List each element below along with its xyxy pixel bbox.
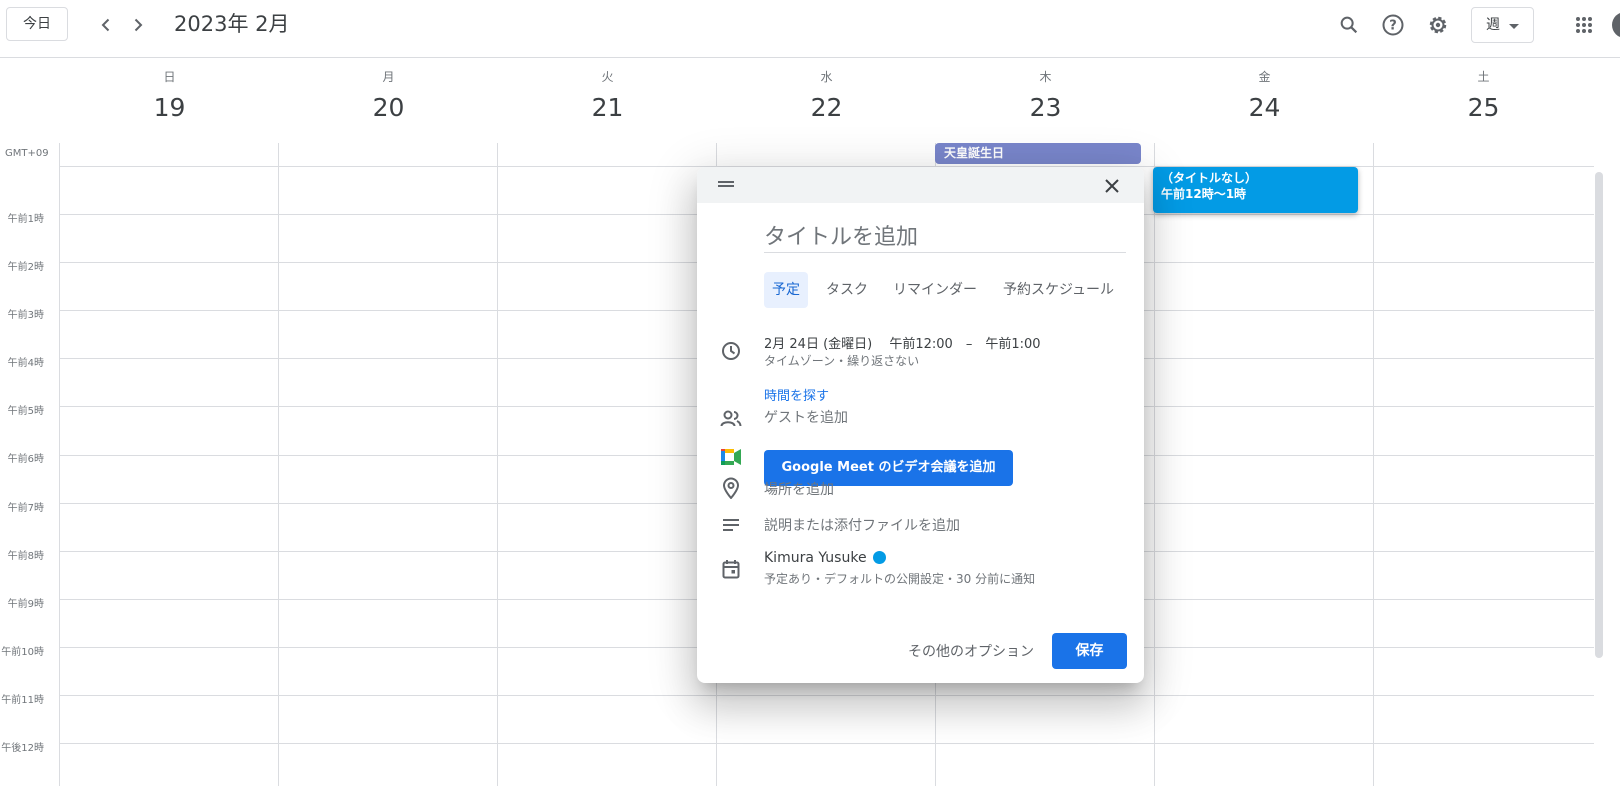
hour-label: 午前10時: [1, 647, 44, 658]
day-of-week: 土: [1477, 70, 1490, 84]
day-of-week: 火: [601, 70, 614, 84]
view-selector[interactable]: 週: [1471, 7, 1534, 43]
timezone-label: GMT+09: [5, 148, 49, 159]
grid-divider: [59, 143, 60, 786]
draft-event[interactable]: （タイトルなし） 午前12時～1時: [1153, 167, 1358, 213]
search-icon[interactable]: [1333, 9, 1365, 41]
day-number[interactable]: 21: [498, 88, 717, 128]
hour-label: 午後12時: [1, 743, 44, 754]
event-datetime[interactable]: 2月 24日 (金曜日) 午前12:00 – 午前1:00: [764, 333, 1041, 352]
add-location-field[interactable]: 場所を追加: [764, 479, 834, 499]
people-icon: [719, 407, 743, 431]
calendar-color-dot: [872, 551, 886, 564]
day-of-week: 木: [1039, 70, 1052, 84]
calendar-settings-info[interactable]: 予定あり・デフォルトの公開設定・30 分前に通知: [764, 570, 1035, 587]
grid-divider: [1373, 143, 1374, 786]
day-header[interactable]: 木 23: [936, 68, 1155, 128]
chevron-right-icon[interactable]: [124, 9, 152, 41]
day-of-week: 金: [1258, 70, 1271, 84]
tab-event[interactable]: 予定: [764, 272, 808, 308]
location-pin-icon: [719, 476, 743, 500]
day-header[interactable]: 水 22: [717, 68, 936, 128]
view-selector-label: 週: [1486, 17, 1500, 33]
scrollbar[interactable]: [1595, 172, 1603, 658]
day-of-week: 日: [163, 70, 176, 84]
top-bar: 今日 2023年 2月 ? 週: [0, 0, 1620, 58]
hour-label: 午前6時: [7, 454, 44, 465]
event-title: （タイトルなし）: [1161, 171, 1258, 185]
hour-label: 午前8時: [7, 551, 44, 562]
help-icon[interactable]: ?: [1377, 9, 1409, 41]
day-of-week: 水: [820, 70, 833, 84]
day-header[interactable]: 日 19: [60, 68, 279, 128]
hour-label: 午前7時: [7, 503, 44, 514]
day-header[interactable]: 月 20: [279, 68, 498, 128]
hour-label: 午前9時: [7, 599, 44, 610]
tab-reminder[interactable]: リマインダー: [893, 272, 977, 308]
today-button[interactable]: 今日: [6, 7, 68, 41]
description-icon: [719, 513, 743, 537]
day-number[interactable]: 19: [60, 88, 279, 128]
hour-label: 午前11時: [1, 695, 44, 706]
gear-icon[interactable]: [1422, 9, 1454, 41]
drag-handle-icon[interactable]: [718, 181, 734, 183]
allday-event[interactable]: 天皇誕生日: [935, 143, 1141, 164]
dialog-drag-bar[interactable]: [697, 167, 1144, 203]
month-title: 2023年 2月: [174, 12, 290, 36]
grid-divider: [497, 143, 498, 786]
hour-label: 午前1時: [7, 214, 44, 225]
day-of-week: 月: [382, 70, 395, 84]
more-options-button[interactable]: その他のオプション: [908, 641, 1034, 661]
hour-label: 午前5時: [7, 406, 44, 417]
clock-icon: [719, 339, 743, 363]
google-meet-icon: [719, 445, 743, 469]
day-header[interactable]: 火 21: [498, 68, 717, 128]
add-guests-field[interactable]: ゲストを追加: [764, 407, 848, 427]
hour-label: 午前2時: [7, 262, 44, 273]
quick-create-dialog: 予定 タスク リマインダー 予約スケジュール 2月 24日 (金曜日) 午前12…: [697, 167, 1144, 683]
find-time-link[interactable]: 時間を探す: [764, 385, 829, 404]
hour-label: 午前3時: [7, 310, 44, 321]
add-description-field[interactable]: 説明または添付ファイルを追加: [764, 515, 960, 535]
day-number[interactable]: 20: [279, 88, 498, 128]
day-header[interactable]: 金 24: [1155, 68, 1374, 128]
calendar-icon: [719, 557, 743, 581]
calendar-owner-name: Kimura Yusuke: [764, 550, 867, 566]
caret-down-icon: [1509, 24, 1519, 29]
avatar[interactable]: [1612, 12, 1620, 38]
day-header[interactable]: 土 25: [1374, 68, 1593, 128]
tab-appointment-schedule[interactable]: 予約スケジュール: [1003, 272, 1114, 308]
grid-divider: [59, 695, 1594, 696]
grid-divider: [278, 143, 279, 786]
timezone-repeat-info[interactable]: タイムゾーン・繰り返さない: [764, 352, 919, 369]
day-number[interactable]: 23: [936, 88, 1155, 128]
day-number[interactable]: 25: [1374, 88, 1593, 128]
event-time: 午前12時～1時: [1161, 187, 1247, 201]
apps-grid-icon[interactable]: [1568, 9, 1600, 41]
tab-task[interactable]: タスク: [826, 272, 868, 308]
grid-divider: [59, 743, 1594, 744]
day-number[interactable]: 22: [717, 88, 936, 128]
close-icon[interactable]: [1101, 175, 1123, 197]
chevron-left-icon[interactable]: [92, 9, 120, 41]
day-number[interactable]: 24: [1155, 88, 1374, 128]
grid-divider: [1154, 143, 1155, 786]
calendar-owner[interactable]: Kimura Yusuke: [764, 550, 886, 566]
title-input[interactable]: [764, 222, 1126, 253]
svg-text:?: ?: [1389, 19, 1397, 34]
save-button[interactable]: 保存: [1052, 633, 1127, 669]
hour-label: 午前4時: [7, 358, 44, 369]
